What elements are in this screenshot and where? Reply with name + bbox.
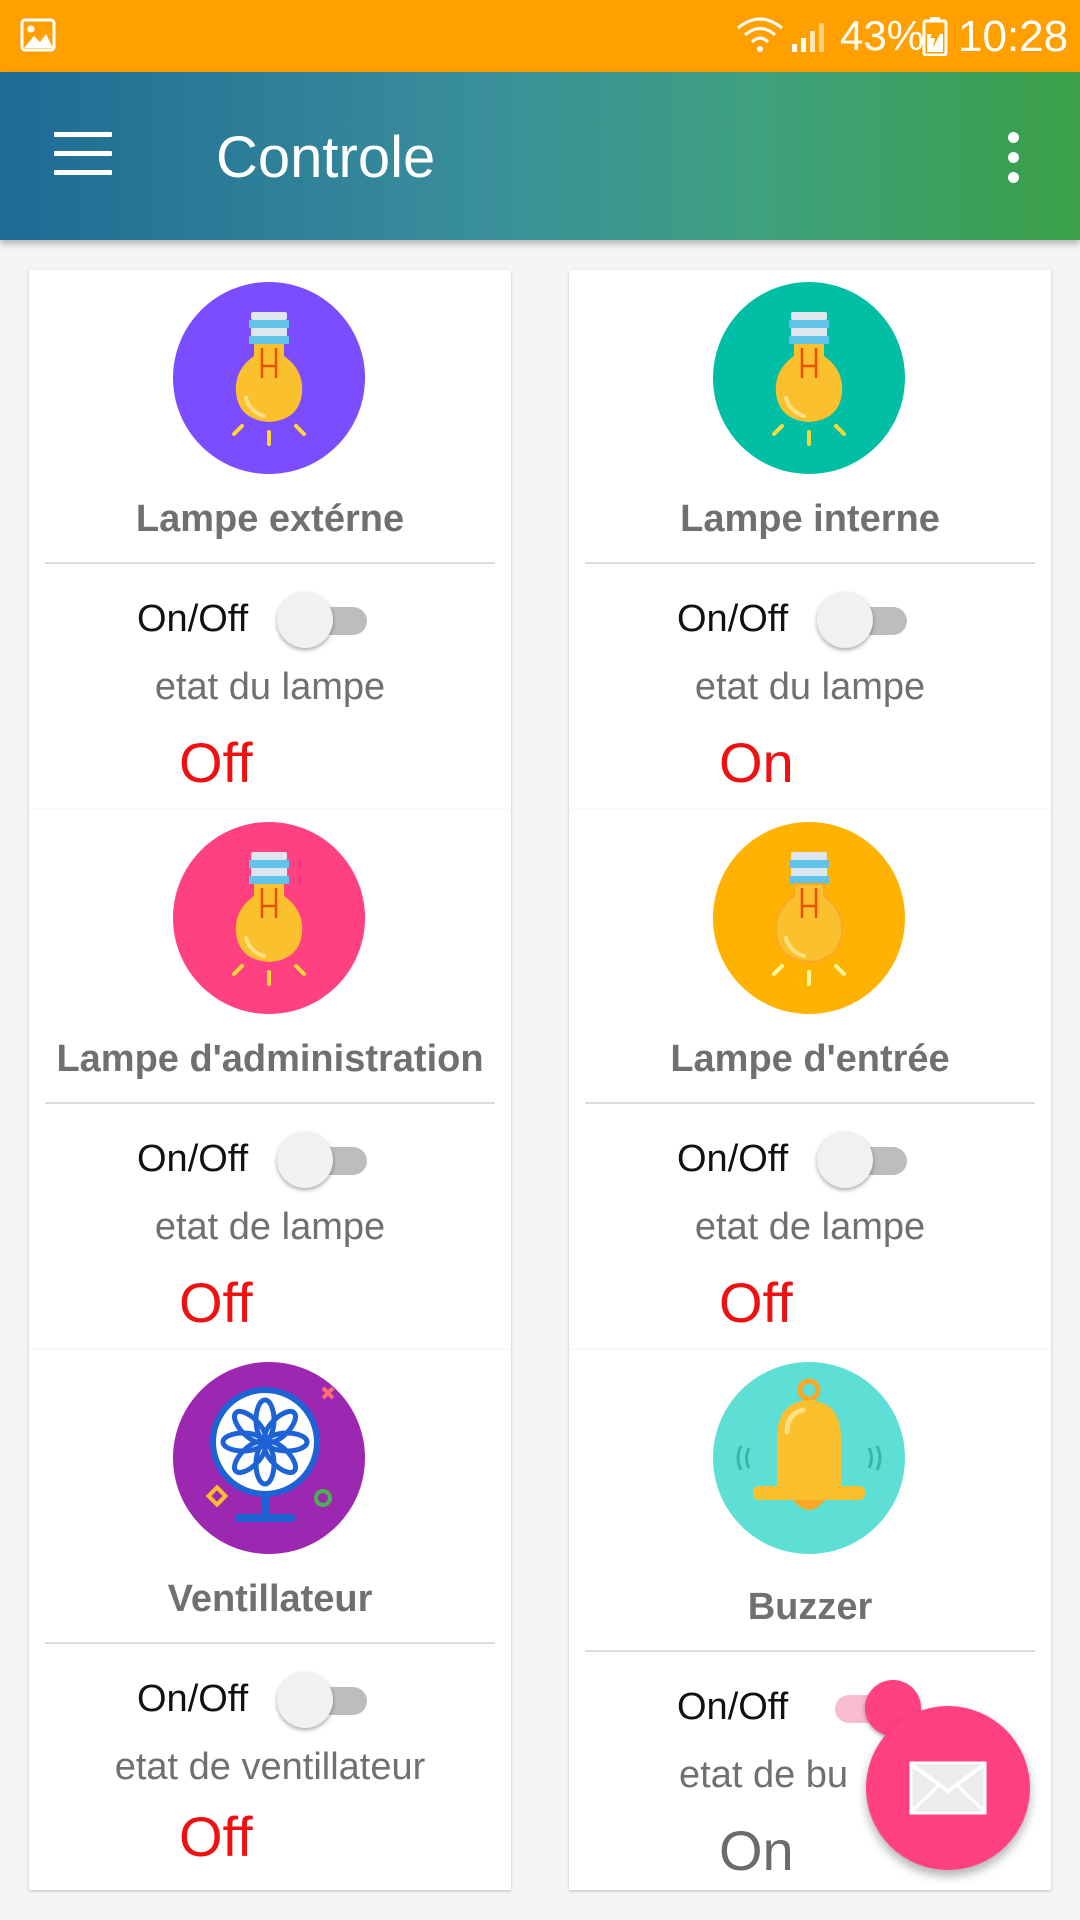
state-label: etat de ventillateur (114, 1746, 426, 1788)
battery-percent: 43% (840, 12, 925, 59)
bell-icon (736, 1378, 882, 1510)
divider (45, 1642, 495, 1644)
lamp-icon-circle (713, 822, 905, 1014)
lightbulb-icon (232, 852, 306, 986)
state-label: etat de lampe (154, 1206, 386, 1248)
state-label: etat du lampe (694, 666, 926, 708)
divider (45, 1102, 495, 1104)
device-card-lampe-administration: Lampe d'administration On/Off etat de la… (29, 810, 511, 1350)
device-card-lampe-interne: Lampe interne On/Off etat du lampe On (569, 270, 1051, 810)
device-name: Lampe d'administration (56, 1038, 484, 1080)
device-name: Lampe extérne (135, 498, 405, 540)
bell-icon-circle (713, 1362, 905, 1554)
toggle-switch[interactable] (275, 1672, 379, 1728)
state-label: etat de lampe (694, 1206, 926, 1248)
fan-icon (205, 1386, 335, 1522)
device-name: Ventillateur (167, 1578, 373, 1620)
switch-label: On/Off (677, 1686, 789, 1728)
device-name: Lampe interne (680, 498, 940, 540)
lamp-icon-circle (173, 822, 365, 1014)
divider (585, 1102, 1035, 1104)
toggle-switch[interactable] (275, 1132, 379, 1188)
state-value: Off (179, 1805, 253, 1868)
switch-label: On/Off (137, 1678, 249, 1720)
switch-label: On/Off (137, 598, 249, 640)
divider (585, 562, 1035, 564)
more-options-icon[interactable] (1004, 132, 1022, 188)
lightbulb-icon (232, 312, 306, 446)
state-value: Off (719, 1271, 793, 1334)
status-bar: 43% 10:28 (0, 0, 1080, 72)
device-card-lampe-externe: Lampe extérne On/Off etat du lampe Off (29, 270, 511, 810)
toggle-switch[interactable] (815, 1132, 919, 1188)
toggle-switch[interactable] (815, 592, 919, 648)
signal-icon (792, 23, 824, 52)
app-bar: Controle (0, 72, 1080, 240)
state-value: On (719, 1819, 794, 1882)
device-card-ventillateur: Ventillateur On/Off etat de ventillateur… (29, 1350, 511, 1890)
device-card-lampe-entree: Lampe d'entrée On/Off etat de lampe Off (569, 810, 1051, 1350)
lamp-icon-circle (713, 282, 905, 474)
state-value: On (719, 731, 794, 794)
device-name: Buzzer (747, 1586, 873, 1628)
menu-icon[interactable] (54, 132, 112, 176)
switch-label: On/Off (137, 1138, 249, 1180)
switch-label: On/Off (677, 598, 789, 640)
device-name: Lampe d'entrée (670, 1038, 950, 1080)
divider (585, 1650, 1035, 1652)
mail-fab-button[interactable] (866, 1706, 1030, 1870)
toggle-switch[interactable] (275, 592, 379, 648)
state-value: Off (179, 731, 253, 794)
lightbulb-icon (772, 312, 846, 446)
state-label: etat de bu (679, 1754, 849, 1796)
page-title: Controle (216, 125, 436, 190)
mail-icon (909, 1761, 987, 1815)
wifi-icon (737, 17, 783, 52)
lightbulb-icon (772, 852, 846, 986)
clock: 10:28 (958, 12, 1069, 61)
state-label: etat du lampe (154, 666, 386, 708)
divider (45, 562, 495, 564)
battery-charging-icon (922, 17, 948, 56)
lamp-icon-circle (173, 282, 365, 474)
switch-label: On/Off (677, 1138, 789, 1180)
state-value: Off (179, 1271, 253, 1334)
fan-icon-circle (173, 1362, 365, 1554)
image-notification-icon (20, 18, 56, 52)
